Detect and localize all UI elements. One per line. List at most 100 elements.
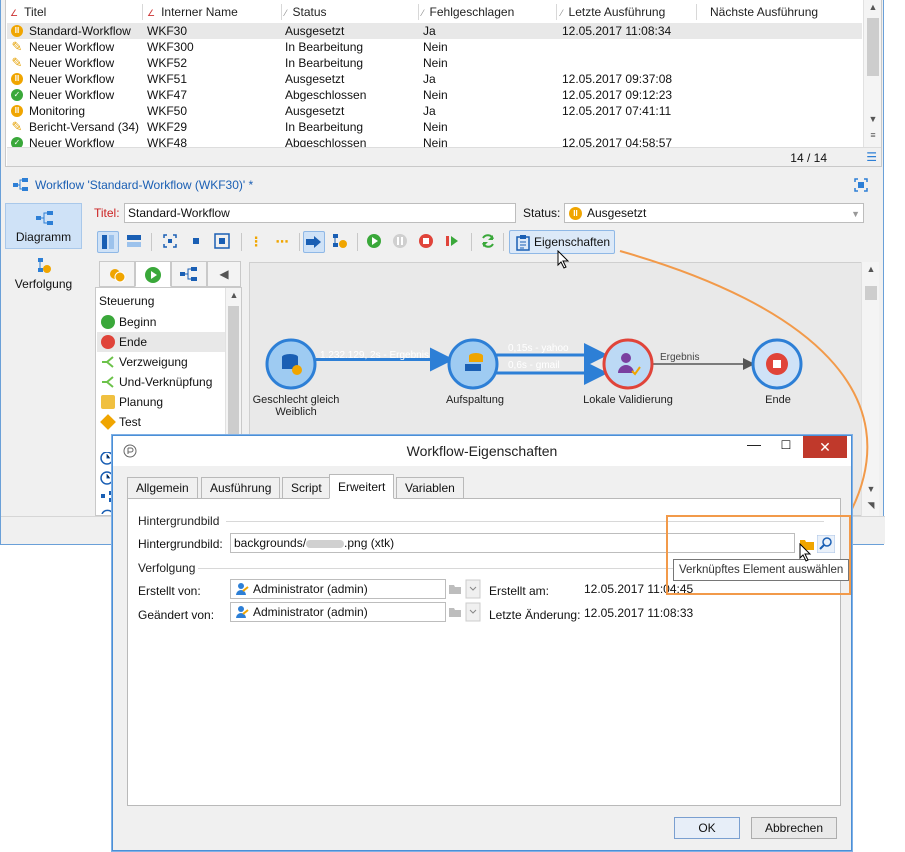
table-row[interactable]: ✎ Bericht-Versand (34) WKF29 In Bearbeitung… bbox=[7, 119, 862, 135]
table-row[interactable]: ✎ Neuer Workflow WKF52 In Bearbeitung Nein bbox=[7, 55, 862, 71]
palette-heading: Steuerung bbox=[99, 294, 155, 308]
col-header-title[interactable]: ∠ Titel bbox=[10, 0, 46, 22]
start-connector-button[interactable] bbox=[303, 231, 325, 253]
zoom-selection-button[interactable] bbox=[211, 231, 233, 253]
paused-icon: II bbox=[11, 25, 23, 37]
palette-item[interactable]: Und-Verknüpfung bbox=[97, 372, 225, 392]
maximize-icon[interactable]: ☐ bbox=[773, 438, 799, 452]
workflow-header: Workflow 'Standard-Workflow (WKF30)' * bbox=[5, 173, 881, 197]
status-label: Status: bbox=[523, 206, 561, 220]
cell-internal: WKF300 bbox=[147, 40, 194, 54]
table-row[interactable]: II Neuer Workflow WKF51 Ausgesetzt Ja 12.05.2… bbox=[7, 71, 862, 87]
activity-properties-icon[interactable] bbox=[329, 231, 351, 253]
cell-internal: WKF29 bbox=[147, 120, 188, 134]
palette-item[interactable]: Verzweigung bbox=[97, 352, 225, 372]
tab-diagram[interactable]: Diagramm bbox=[5, 203, 82, 249]
tab-general[interactable]: Allgemein bbox=[127, 477, 198, 499]
cell-internal: WKF51 bbox=[147, 72, 188, 86]
play-icon bbox=[145, 267, 161, 283]
created-by-field[interactable]: Administrator (admin) bbox=[230, 579, 446, 599]
start-button[interactable] bbox=[363, 231, 385, 253]
refresh-button[interactable] bbox=[477, 231, 499, 253]
clipboard-icon bbox=[516, 235, 530, 251]
title-input[interactable]: Standard-Workflow bbox=[124, 203, 516, 223]
node-query-label: Geschlecht gleich Weiblich bbox=[252, 394, 340, 418]
palette-tab-targeting[interactable] bbox=[99, 261, 135, 287]
mouse-cursor-icon bbox=[557, 250, 570, 269]
tab-execution[interactable]: Ausführung bbox=[201, 477, 281, 499]
check-icon: ✓ bbox=[11, 89, 23, 101]
created-by-value: Administrator (admin) bbox=[253, 582, 368, 596]
user-icon bbox=[236, 606, 249, 618]
table-row[interactable]: II Monitoring WKF50 Ausgesetzt Ja 12.05.2017 … bbox=[7, 103, 862, 119]
palette-tab-actions[interactable] bbox=[171, 261, 207, 287]
node-query[interactable] bbox=[265, 338, 317, 390]
tab-diagram-label: Diagramm bbox=[15, 230, 72, 244]
zoom-fit-button[interactable] bbox=[159, 231, 181, 253]
cell-title: Bericht-Versand (34) bbox=[29, 120, 140, 134]
diagram-icon bbox=[36, 211, 53, 225]
close-icon[interactable]: ✕ bbox=[803, 436, 847, 458]
col-header-status[interactable]: ⁄ Status bbox=[285, 0, 327, 22]
cell-status: Ausgesetzt bbox=[285, 72, 345, 86]
properties-label: Eigenschaften bbox=[534, 235, 611, 249]
cell-internal: WKF30 bbox=[147, 24, 188, 38]
palette-item-label: Test bbox=[119, 415, 142, 429]
unconditional-stop-button[interactable] bbox=[441, 231, 463, 253]
modified-by-field[interactable]: Administrator (admin) bbox=[230, 602, 446, 622]
cell-failed: Nein bbox=[423, 56, 448, 70]
edge-label-yahoo: 0,15s - yahoo bbox=[508, 343, 569, 354]
status-field[interactable]: II Ausgesetzt ▼ bbox=[564, 203, 864, 223]
created-by-lookup[interactable] bbox=[446, 579, 482, 599]
palette-item[interactable]: Test bbox=[97, 412, 225, 432]
table-row[interactable]: ✓ Neuer Workflow WKF47 Abgeschlossen Nein 12.… bbox=[7, 87, 862, 103]
cell-title: Neuer Workflow bbox=[29, 88, 115, 102]
workflow-properties-dialog: Workflow-Eigenschaften — ☐ ✕ Allgemein A… bbox=[112, 435, 852, 851]
horizontal-dots-icon[interactable]: ⋯ bbox=[271, 231, 293, 253]
modified-by-label: Geändert von: bbox=[138, 608, 215, 622]
node-split[interactable] bbox=[447, 338, 499, 390]
paused-icon: II bbox=[569, 207, 582, 220]
vertical-dots-icon[interactable]: ⋮ bbox=[245, 231, 267, 253]
cell-status: Abgeschlossen bbox=[285, 88, 367, 102]
cell-status: Ausgesetzt bbox=[285, 24, 345, 38]
col-header-last-run[interactable]: ⁄ Letzte Ausführung bbox=[561, 0, 665, 22]
stop-icon bbox=[101, 335, 115, 349]
cancel-button[interactable]: Abbrechen bbox=[751, 817, 837, 839]
palette-tab-events[interactable]: ◀ bbox=[207, 261, 241, 287]
vertical-layout-button[interactable] bbox=[97, 231, 119, 253]
zoom-actual-button[interactable] bbox=[185, 231, 207, 253]
col-header-next-run[interactable]: Nächste Ausführung bbox=[710, 0, 818, 22]
horizontal-layout-button[interactable] bbox=[123, 231, 145, 253]
minimize-icon[interactable]: — bbox=[741, 436, 767, 452]
pause-button[interactable] bbox=[389, 231, 411, 253]
table-row[interactable]: ✎ Neuer Workflow WKF300 In Bearbeitung Nein bbox=[7, 39, 862, 55]
fork-icon bbox=[101, 355, 115, 369]
tab-variables[interactable]: Variablen bbox=[396, 477, 464, 499]
maximize-view-icon[interactable] bbox=[854, 178, 868, 192]
tab-advanced[interactable]: Erweitert bbox=[329, 474, 395, 499]
col-header-internal[interactable]: ∠ Interner Name bbox=[147, 0, 238, 22]
cell-failed: Nein bbox=[423, 88, 448, 102]
cell-last: 12.05.2017 07:41:11 bbox=[562, 104, 672, 118]
list-scrollbar[interactable]: ▲ ▼ ≡ bbox=[863, 0, 881, 148]
palette-item[interactable]: Planung bbox=[97, 392, 225, 412]
cell-internal: WKF52 bbox=[147, 56, 188, 70]
table-row[interactable]: II Standard-Workflow WKF30 Ausgesetzt Ja 12.0… bbox=[7, 23, 862, 39]
stop-button[interactable] bbox=[415, 231, 437, 253]
palette-item[interactable]: Ende bbox=[97, 332, 225, 352]
list-menu-icon[interactable]: ☰ bbox=[866, 150, 877, 164]
palette-item-label: Beginn bbox=[119, 315, 157, 329]
tab-tracking[interactable]: Verfolgung bbox=[5, 255, 82, 301]
modified-by-lookup[interactable] bbox=[446, 602, 482, 622]
col-header-failed[interactable]: ⁄ Fehlgeschlagen bbox=[422, 0, 514, 22]
edge-label-gmail: 0,6s - gmail bbox=[508, 360, 560, 371]
cell-failed: Nein bbox=[423, 120, 448, 134]
palette-item[interactable]: Beginn bbox=[97, 312, 225, 332]
tab-script[interactable]: Script bbox=[282, 477, 331, 499]
cell-internal: WKF47 bbox=[147, 88, 188, 102]
palette-tab-flow-control[interactable] bbox=[135, 261, 171, 287]
dialog-titlebar: Workflow-Eigenschaften — ☐ ✕ bbox=[113, 436, 851, 466]
ok-button[interactable]: OK bbox=[674, 817, 740, 839]
pencil-icon: ✎ bbox=[11, 39, 23, 54]
